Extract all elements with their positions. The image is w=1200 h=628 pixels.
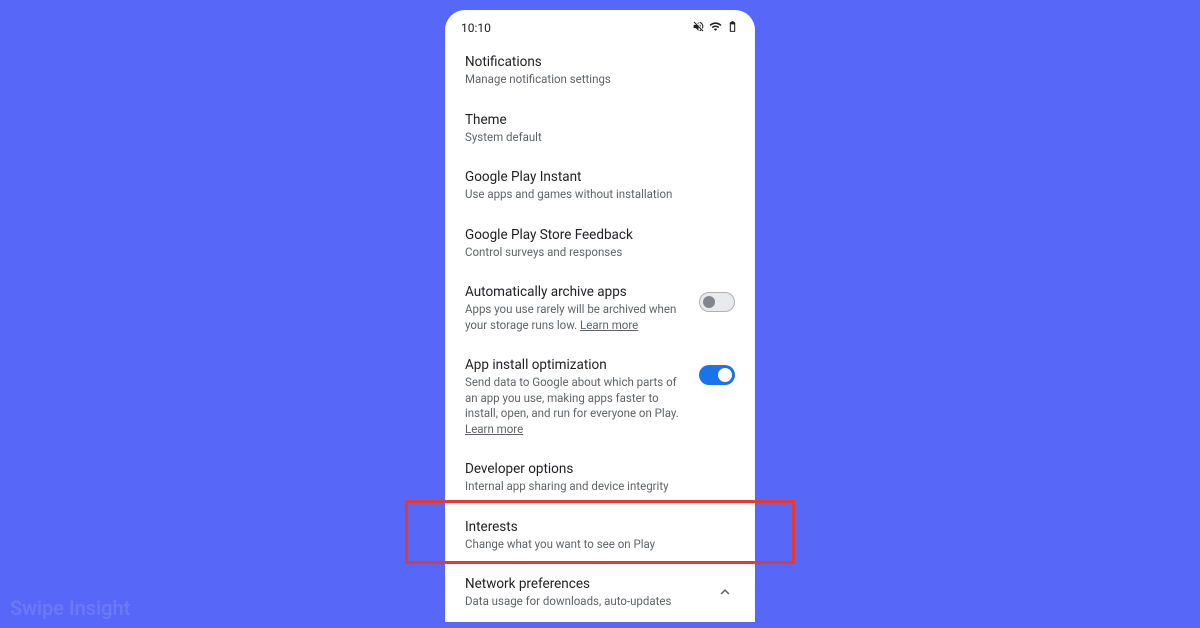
setting-title: Theme (465, 112, 725, 128)
setting-sub: Internal app sharing and device integrit… (465, 479, 725, 495)
status-bar: 10:10 (445, 10, 755, 42)
learn-more-link[interactable]: Learn more (465, 422, 523, 436)
setting-sub: Use apps and games without installation (465, 187, 725, 203)
setting-feedback[interactable]: Google Play Store Feedback Control surve… (445, 215, 755, 273)
setting-play-instant[interactable]: Google Play Instant Use apps and games w… (445, 157, 755, 215)
setting-archive[interactable]: Automatically archive apps Apps you use … (445, 272, 755, 345)
mute-icon (692, 20, 705, 36)
setting-title: Google Play Store Feedback (465, 227, 725, 243)
setting-sub: Manage notification settings (465, 72, 725, 88)
setting-title: App install optimization (465, 357, 689, 373)
settings-list: Notifications Manage notification settin… (445, 42, 755, 622)
toggle-archive[interactable] (699, 292, 735, 312)
setting-interests[interactable]: Interests Change what you want to see on… (445, 507, 755, 565)
setting-title: Google Play Instant (465, 169, 725, 185)
learn-more-link[interactable]: Learn more (580, 318, 638, 332)
phone-frame: 10:10 Notifications Manage notification … (445, 10, 755, 622)
setting-optimization[interactable]: App install optimization Send data to Go… (445, 345, 755, 449)
setting-sub: Data usage for downloads, auto-updates (465, 594, 705, 610)
setting-network[interactable]: Network preferences Data usage for downl… (445, 564, 755, 622)
setting-title: Automatically archive apps (465, 284, 689, 300)
status-icons (692, 20, 739, 36)
setting-sub: Apps you use rarely will be archived whe… (465, 302, 689, 333)
setting-theme[interactable]: Theme System default (445, 100, 755, 158)
wifi-icon (709, 20, 722, 36)
watermark: Swipe Insight (10, 596, 130, 620)
setting-title: Notifications (465, 54, 725, 70)
setting-title: Developer options (465, 461, 725, 477)
setting-developer[interactable]: Developer options Internal app sharing a… (445, 449, 755, 507)
setting-title: Network preferences (465, 576, 705, 592)
setting-sub: Send data to Google about which parts of… (465, 375, 689, 437)
chevron-up-icon[interactable] (715, 582, 735, 602)
setting-sub: Change what you want to see on Play (465, 537, 725, 553)
toggle-optimization[interactable] (699, 365, 735, 385)
setting-notifications[interactable]: Notifications Manage notification settin… (445, 42, 755, 100)
setting-sub: System default (465, 130, 725, 146)
battery-icon (726, 20, 739, 36)
setting-title: Interests (465, 519, 725, 535)
setting-sub: Control surveys and responses (465, 245, 725, 261)
status-time: 10:10 (461, 21, 491, 35)
